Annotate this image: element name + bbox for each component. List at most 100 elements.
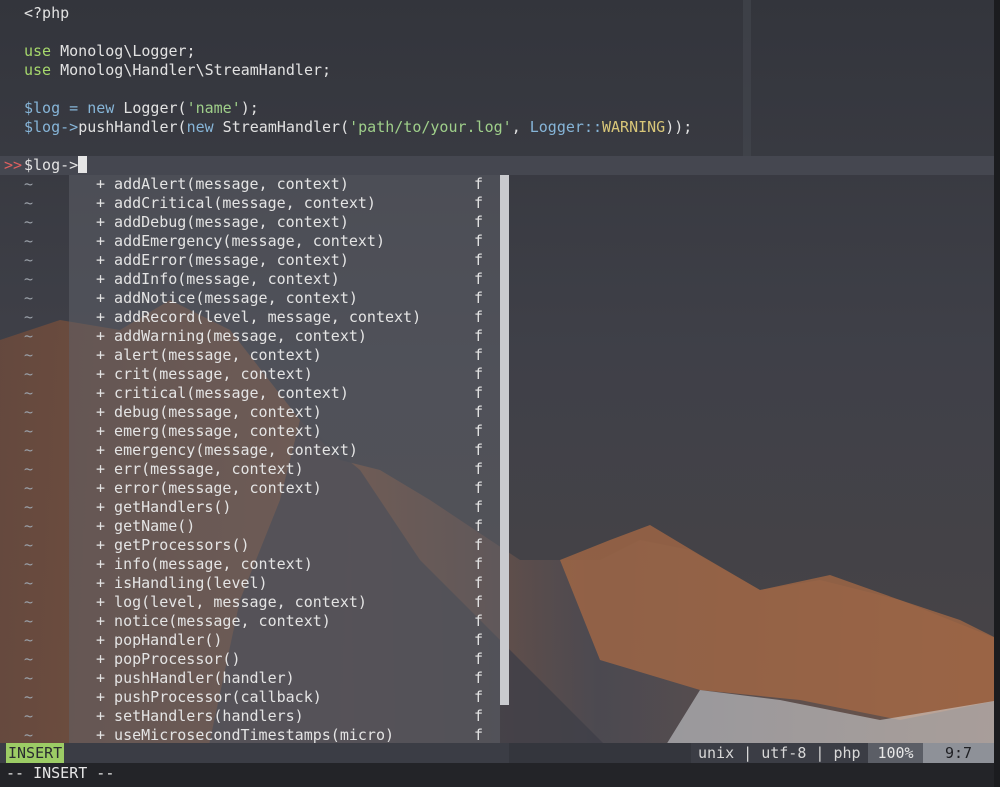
variable: $log: [24, 118, 61, 136]
empty-line-marker: ~: [24, 460, 34, 478]
completion-item[interactable]: + getHandlers(): [96, 498, 231, 517]
completion-kind: f: [474, 536, 484, 554]
namespace-text: Monolog\Handler\StreamHandler;: [51, 61, 332, 79]
empty-line-marker: ~: [24, 479, 34, 497]
completion-kind: f: [474, 593, 484, 611]
line-marker: >>: [4, 156, 23, 174]
operator: =: [60, 99, 88, 117]
method-call: pushHandler(: [78, 118, 187, 136]
completion-item[interactable]: + popProcessor(): [96, 650, 241, 669]
completion-kind: f: [474, 194, 484, 212]
completion-item[interactable]: + addAlert(message, context): [96, 175, 349, 194]
completion-item[interactable]: + pushHandler(handler): [96, 669, 295, 688]
command-line[interactable]: -- INSERT --: [0, 763, 1000, 787]
completion-item[interactable]: + addCritical(message, context): [96, 194, 376, 213]
completion-item[interactable]: + info(message, context): [96, 555, 313, 574]
code-line-4[interactable]: use Monolog\Handler\StreamHandler;: [24, 61, 331, 80]
completion-item[interactable]: + critical(message, context): [96, 384, 349, 403]
empty-line-marker: ~: [24, 327, 34, 345]
completion-kind: f: [474, 479, 484, 497]
completion-item[interactable]: + emergency(message, context): [96, 441, 358, 460]
completion-item[interactable]: + debug(message, context): [96, 403, 322, 422]
completion-kind: f: [474, 460, 484, 478]
class-name: Logger: [529, 118, 584, 136]
status-fill: [509, 743, 691, 763]
completion-item[interactable]: + emerg(message, context): [96, 422, 322, 441]
command-line-text: -- INSERT --: [6, 764, 115, 782]
completion-kind: f: [474, 555, 484, 573]
completion-item[interactable]: + addDebug(message, context): [96, 213, 349, 232]
empty-line-marker: ~: [24, 213, 34, 231]
empty-line-marker: ~: [24, 422, 34, 440]
status-line: INSERT unix | utf-8 | php 100% 9:7: [0, 743, 1000, 763]
completion-item[interactable]: + addInfo(message, context): [96, 270, 340, 289]
keyword-use: use: [24, 42, 52, 60]
punctuation: ));: [665, 118, 693, 136]
completion-item[interactable]: + addError(message, context): [96, 251, 349, 270]
completion-kind: f: [474, 441, 484, 459]
completion-item[interactable]: + addNotice(message, context): [96, 289, 358, 308]
punctuation: );: [240, 99, 259, 117]
file-type: php: [833, 744, 861, 762]
keyword-new: new: [186, 118, 214, 136]
empty-line-marker: ~: [24, 707, 34, 725]
empty-line-marker: ~: [24, 536, 34, 554]
class-name: Logger(: [114, 99, 187, 117]
completion-item[interactable]: + addWarning(message, context): [96, 327, 367, 346]
code-line-1[interactable]: <?php: [24, 4, 69, 23]
code-line-current[interactable]: $log->: [24, 156, 88, 175]
operator: ::: [583, 118, 602, 136]
empty-line-marker: ~: [24, 308, 34, 326]
completion-kind: f: [474, 251, 484, 269]
completion-item[interactable]: + getName(): [96, 517, 195, 536]
completion-item[interactable]: + popHandler(): [96, 631, 222, 650]
completion-item[interactable]: + log(level, message, context): [96, 593, 367, 612]
empty-line-marker: ~: [24, 365, 34, 383]
empty-line-marker: ~: [24, 175, 34, 193]
status-separator: |: [743, 744, 753, 762]
completion-kind: f: [474, 403, 484, 421]
completion-kind: f: [474, 175, 484, 193]
empty-line-marker: ~: [24, 593, 34, 611]
empty-line-marker: ~: [24, 403, 34, 421]
window-border: [994, 0, 1000, 787]
keyword-use: use: [24, 61, 52, 79]
completion-item[interactable]: + setHandlers(handlers): [96, 707, 304, 726]
completion-item[interactable]: + addEmergency(message, context): [96, 232, 385, 251]
scroll-percent: 100%: [868, 743, 923, 763]
file-format: unix: [698, 744, 735, 762]
completion-kind: f: [474, 669, 484, 687]
completion-kind: f: [474, 232, 484, 250]
cursor-line-highlight: [0, 156, 994, 175]
completion-item[interactable]: + alert(message, context): [96, 346, 322, 365]
completion-kind: f: [474, 631, 484, 649]
empty-line-marker: ~: [24, 346, 34, 364]
completion-kind: f: [474, 688, 484, 706]
string-literal: 'name': [186, 99, 241, 117]
completion-item[interactable]: + error(message, context): [96, 479, 322, 498]
namespace-text: Monolog\Logger;: [51, 42, 196, 60]
empty-line-marker: ~: [24, 574, 34, 592]
string-literal: 'path/to/your.log': [349, 118, 512, 136]
popup-scrollbar[interactable]: [500, 175, 509, 705]
color-column: [743, 0, 751, 156]
completion-kind: f: [474, 289, 484, 307]
completion-item[interactable]: + notice(message, context): [96, 612, 331, 631]
completion-item[interactable]: + isHandling(level): [96, 574, 268, 593]
completion-item[interactable]: + crit(message, context): [96, 365, 313, 384]
empty-line-marker: ~: [24, 498, 34, 516]
completion-item[interactable]: + addRecord(level, message, context): [96, 308, 421, 327]
completion-item[interactable]: + pushProcessor(callback): [96, 688, 322, 707]
completion-item[interactable]: + getProcessors(): [96, 536, 250, 555]
completion-item[interactable]: + err(message, context): [96, 460, 304, 479]
completion-kind: f: [474, 612, 484, 630]
empty-line-marker: ~: [24, 251, 34, 269]
code-line-6[interactable]: $log = new Logger('name');: [24, 99, 259, 118]
code-line-3[interactable]: use Monolog\Logger;: [24, 42, 196, 61]
completion-kind: f: [474, 517, 484, 535]
empty-line-marker: ~: [24, 289, 34, 307]
operator: ->: [60, 118, 79, 136]
completion-kind: f: [474, 213, 484, 231]
completion-kind: f: [474, 327, 484, 345]
code-line-7[interactable]: $log->pushHandler(new StreamHandler('pat…: [24, 118, 692, 137]
